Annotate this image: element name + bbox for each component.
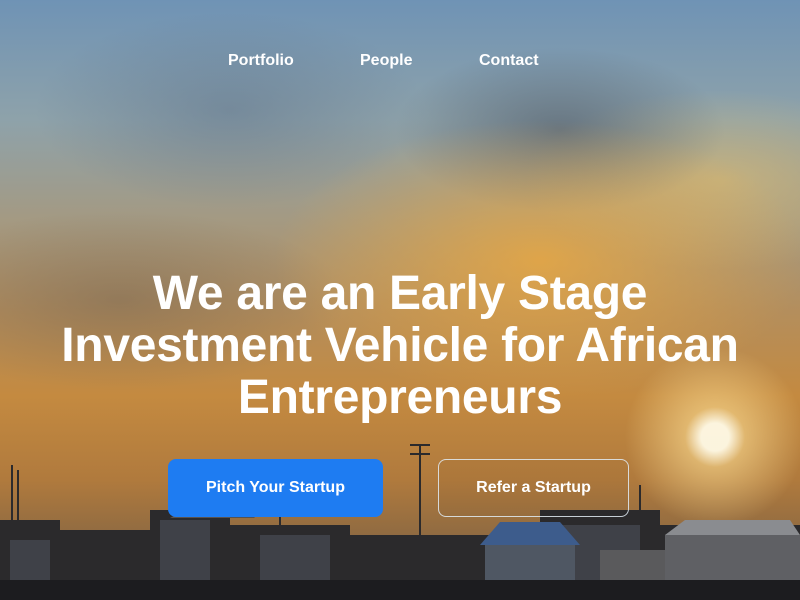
top-navigation: Portfolio People Contact [0, 52, 800, 76]
hero-headline-line-1: We are an Early Stage [152, 267, 648, 320]
hero-headline-line-2: Investment Vehicle for African [61, 319, 739, 372]
hero-headline-line-3: Entrepreneurs [237, 371, 563, 424]
hero-section: Portfolio People Contact We are an Early… [0, 0, 800, 600]
refer-a-startup-button-label: Refer a Startup [476, 479, 591, 496]
hero-headline: We are an Early Stage Investment Vehicle… [0, 268, 800, 424]
nav-link-contact[interactable]: Contact [479, 52, 539, 70]
pitch-your-startup-button[interactable]: Pitch Your Startup [168, 459, 383, 517]
nav-link-people[interactable]: People [360, 52, 412, 70]
nav-link-portfolio[interactable]: Portfolio [228, 52, 294, 70]
refer-a-startup-button[interactable]: Refer a Startup [438, 459, 629, 517]
city-skyline-image [0, 444, 800, 600]
pitch-your-startup-button-label: Pitch Your Startup [206, 479, 345, 496]
